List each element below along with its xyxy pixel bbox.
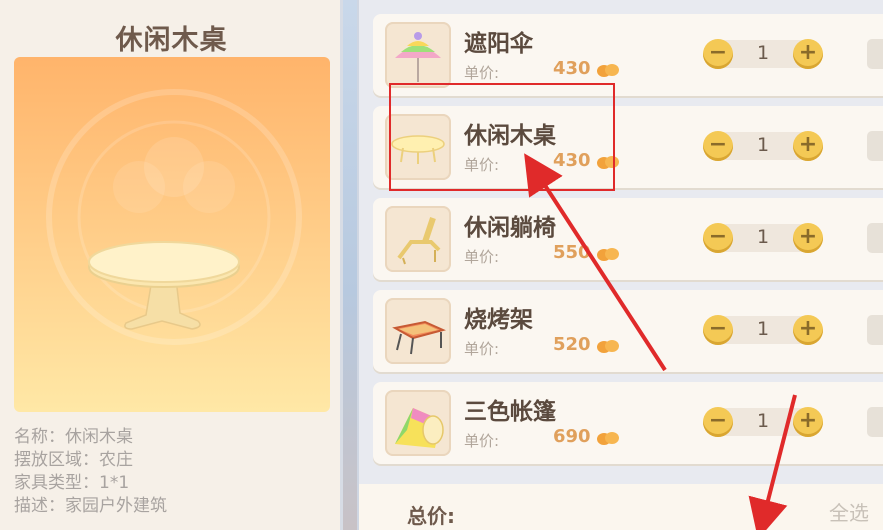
select-checkbox[interactable] bbox=[867, 315, 883, 345]
shopping-list: 遮阳伞 单价: 430 − 1 + 休闲木桌 单价: 430 − 1 + 休闲躺… bbox=[357, 0, 883, 530]
coin-icon bbox=[597, 248, 619, 261]
quantity-value: 1 bbox=[756, 226, 770, 248]
tent-icon bbox=[385, 390, 451, 456]
select-all-button[interactable]: 全选 bbox=[829, 497, 869, 526]
total-price-label: 总价: bbox=[407, 504, 455, 528]
item-name: 烧烤架 bbox=[464, 307, 533, 333]
price-label: 单价: bbox=[464, 432, 500, 450]
coin-icon bbox=[597, 432, 619, 445]
item-price: 520 bbox=[553, 334, 591, 355]
parasol-icon bbox=[385, 22, 451, 88]
quantity-value: 1 bbox=[756, 318, 770, 340]
coin-icon bbox=[597, 64, 619, 77]
item-name: 休闲躺椅 bbox=[464, 215, 556, 241]
list-item[interactable]: 休闲躺椅 单价: 550 − 1 + bbox=[373, 198, 883, 280]
coin-icon bbox=[597, 340, 619, 353]
bbq-grill-icon bbox=[385, 298, 451, 364]
detail-title: 休闲木桌 bbox=[115, 25, 228, 56]
item-detail-panel: 休闲木桌 名称：休闲木桌 摆放区域：农庄 家具类型：1*1 描述：家园户外建筑 bbox=[0, 0, 343, 530]
quantity-value: 1 bbox=[756, 410, 770, 432]
item-price: 430 bbox=[553, 58, 591, 79]
list-item[interactable]: 三色帐篷 单价: 690 − 1 + bbox=[373, 382, 883, 464]
increase-button[interactable]: + bbox=[793, 223, 823, 253]
info-area: 摆放区域：农庄 bbox=[14, 450, 133, 470]
preview-decoration bbox=[46, 89, 302, 345]
decrease-button[interactable]: − bbox=[703, 131, 733, 161]
price-label: 单价: bbox=[464, 340, 500, 358]
price-label: 单价: bbox=[464, 248, 500, 266]
select-checkbox[interactable] bbox=[867, 131, 883, 161]
select-checkbox[interactable] bbox=[867, 407, 883, 437]
wooden-table-model-icon bbox=[88, 241, 240, 330]
increase-button[interactable]: + bbox=[793, 315, 823, 345]
decrease-button[interactable]: − bbox=[703, 223, 733, 253]
increase-button[interactable]: + bbox=[793, 407, 823, 437]
increase-button[interactable]: + bbox=[793, 39, 823, 69]
item-price: 550 bbox=[553, 242, 591, 263]
lounge-chair-icon bbox=[385, 206, 451, 272]
price-label: 单价: bbox=[464, 64, 500, 82]
list-footer: 总价: 全选 bbox=[359, 484, 883, 530]
highlight-box bbox=[389, 83, 615, 191]
item-info: 名称：休闲木桌 摆放区域：农庄 家具类型：1*1 描述：家园户外建筑 bbox=[14, 426, 167, 518]
item-name: 遮阳伞 bbox=[464, 31, 533, 57]
decrease-button[interactable]: − bbox=[703, 39, 733, 69]
quantity-value: 1 bbox=[756, 42, 770, 64]
info-type: 家具类型：1*1 bbox=[14, 473, 130, 493]
list-item[interactable]: 烧烤架 单价: 520 − 1 + bbox=[373, 290, 883, 372]
increase-button[interactable]: + bbox=[793, 131, 823, 161]
select-checkbox[interactable] bbox=[867, 39, 883, 69]
select-checkbox[interactable] bbox=[867, 223, 883, 253]
item-preview bbox=[14, 57, 330, 412]
decrease-button[interactable]: − bbox=[703, 315, 733, 345]
info-name: 名称：休闲木桌 bbox=[14, 427, 133, 447]
info-description: 描述：家园户外建筑 bbox=[14, 496, 167, 516]
decrease-button[interactable]: − bbox=[703, 407, 733, 437]
item-price: 690 bbox=[553, 426, 591, 447]
item-name: 三色帐篷 bbox=[464, 399, 556, 425]
quantity-value: 1 bbox=[756, 134, 770, 156]
